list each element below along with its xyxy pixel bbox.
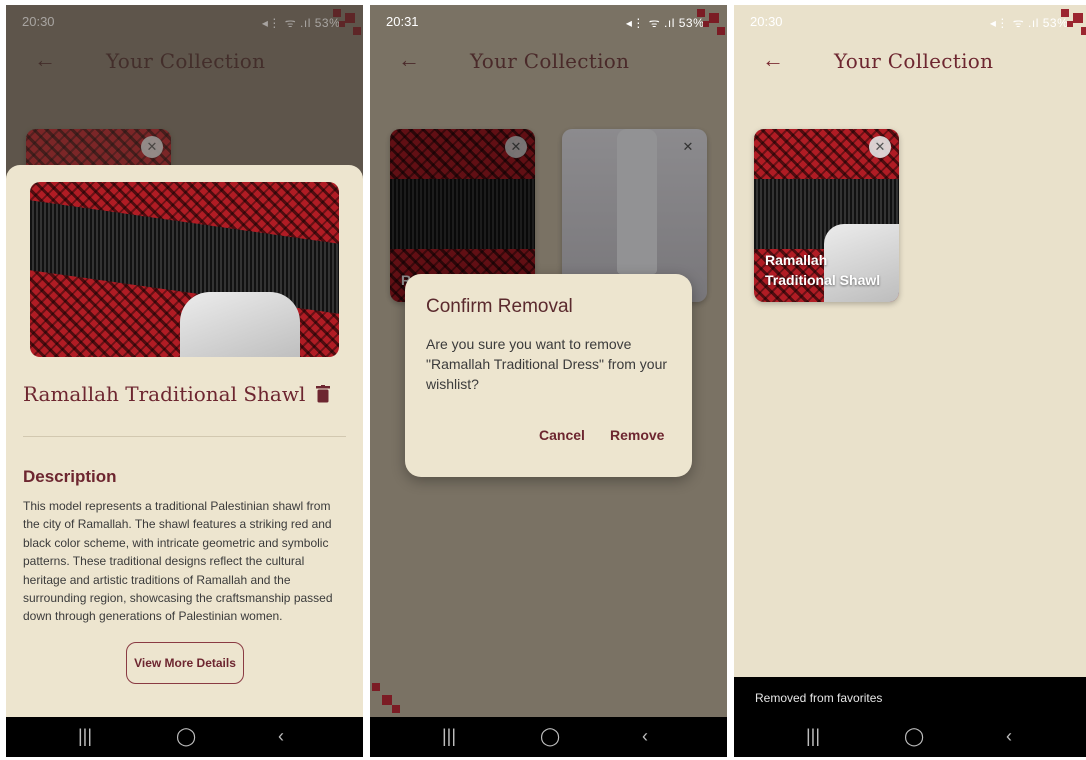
system-nav-bar: ||| ◯ ‹: [370, 717, 727, 757]
app-bar: ← Your Collection: [734, 41, 1086, 81]
dialog-message: Are you sure you want to remove "Ramalla…: [426, 336, 668, 392]
collection-card[interactable]: ✕ Ramallah Traditional Shawl: [754, 129, 899, 302]
snackbar: Removed from favorites: [734, 677, 1086, 717]
home-icon[interactable]: ◯: [904, 726, 924, 747]
app-bar: ← Your Collection: [370, 41, 727, 81]
screen-shawl-details: 20:30 ◂⋮ ᯤ .ıl 53%▪ ← Your Collection ✕ …: [6, 5, 363, 757]
close-icon[interactable]: ✕: [505, 136, 527, 158]
dress-image: [617, 129, 657, 274]
system-nav-bar: ||| ◯ ‹: [6, 717, 363, 757]
home-icon[interactable]: ◯: [176, 726, 196, 747]
trash-icon[interactable]: [316, 385, 330, 403]
system-back-icon[interactable]: ‹: [278, 726, 284, 747]
recent-apps-icon[interactable]: |||: [442, 726, 456, 747]
shawl-image: [30, 182, 339, 357]
recent-apps-icon[interactable]: |||: [806, 726, 820, 747]
status-time: 20:31: [386, 14, 419, 29]
close-icon[interactable]: ✕: [677, 136, 699, 158]
divider: [23, 436, 346, 437]
view-more-details-button[interactable]: View More Details: [126, 642, 244, 684]
shawl-fringe: [390, 179, 535, 249]
system-back-icon[interactable]: ‹: [642, 726, 648, 747]
description-text: This model represents a traditional Pale…: [23, 499, 333, 624]
item-name: Ramallah Traditional Shawl: [23, 382, 306, 406]
back-arrow-icon[interactable]: ←: [398, 47, 420, 73]
shawl-fringe: [30, 200, 339, 314]
cancel-button[interactable]: Cancel: [539, 427, 585, 443]
system-back-icon[interactable]: ‹: [1006, 726, 1012, 747]
page-title: Your Collection: [470, 49, 630, 73]
status-time: 20:30: [750, 14, 783, 29]
home-icon[interactable]: ◯: [540, 726, 560, 747]
back-arrow-icon[interactable]: ←: [762, 47, 784, 73]
embroidery-corner-icon: [372, 683, 400, 713]
description-heading: Description: [23, 467, 117, 486]
confirm-dialog: Confirm Removal Are you sure you want to…: [405, 274, 692, 477]
card-label: Ramallah Traditional Shawl: [765, 252, 881, 288]
detail-bottom-sheet: Ramallah Traditional Shawl Description T…: [6, 165, 363, 717]
screen-confirm-removal: 20:31 ◂⋮ ᯤ .ıl 53%▪ ← Your Collection ✕ …: [370, 5, 727, 757]
dialog-title: Confirm Removal: [426, 296, 573, 317]
white-cloth: [180, 292, 300, 357]
screen-collection-after-removal: 20:30 ◂⋮ ᯤ .ıl 53%▪ ← Your Collection ✕ …: [734, 5, 1086, 757]
remove-button[interactable]: Remove: [610, 427, 664, 443]
recent-apps-icon[interactable]: |||: [78, 726, 92, 747]
status-bar: 20:31 ◂⋮ ᯤ .ıl 53%▪: [370, 5, 727, 35]
close-icon[interactable]: ✕: [869, 136, 891, 158]
system-nav-bar: ||| ◯ ‹: [734, 717, 1086, 757]
status-bar: 20:30 ◂⋮ ᯤ .ıl 53%▪: [734, 5, 1086, 35]
page-title: Your Collection: [834, 49, 994, 73]
